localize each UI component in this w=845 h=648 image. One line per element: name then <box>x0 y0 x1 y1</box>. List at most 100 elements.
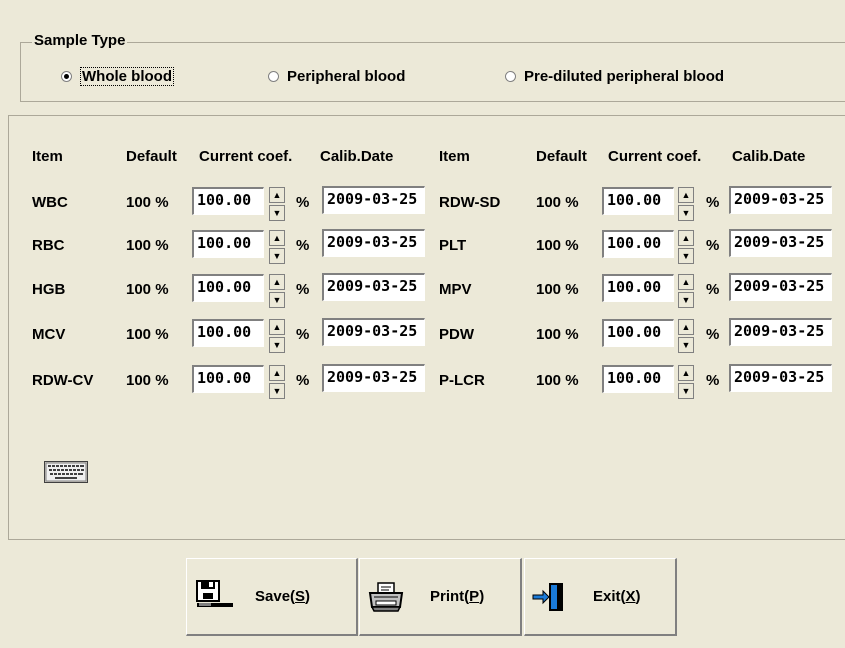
coef-spinner[interactable]: ▲ ▼ <box>269 319 285 353</box>
spin-down-icon[interactable]: ▼ <box>269 248 285 264</box>
item-name: MPV <box>439 281 472 298</box>
coef-spinner[interactable]: ▲ ▼ <box>678 274 694 308</box>
percent-label: % <box>296 237 310 254</box>
default-value: 100 % <box>126 194 169 211</box>
radio-unselected-icon[interactable] <box>505 70 516 82</box>
coef-input[interactable]: 100.00 <box>192 365 264 393</box>
spin-down-icon[interactable]: ▼ <box>269 383 285 399</box>
exit-label: Exit(X) <box>593 588 641 605</box>
save-button[interactable]: Save(S) <box>186 558 358 636</box>
coef-spinner[interactable]: ▲ ▼ <box>269 187 285 221</box>
calib-date-field[interactable]: 2009-03-25 <box>729 229 832 257</box>
item-name: RDW-SD <box>439 194 501 211</box>
coef-input[interactable]: 100.00 <box>192 230 264 258</box>
spin-up-icon[interactable]: ▲ <box>269 274 285 290</box>
default-value: 100 % <box>536 326 579 343</box>
percent-label: % <box>706 237 720 254</box>
spin-down-icon[interactable]: ▼ <box>678 292 694 308</box>
coef-spinner[interactable]: ▲ ▼ <box>269 365 285 399</box>
percent-label: % <box>706 281 720 298</box>
item-name: PDW <box>439 326 474 343</box>
calib-date-field[interactable]: 2009-03-25 <box>729 318 832 346</box>
exit-button[interactable]: Exit(X) <box>524 558 677 636</box>
coef-input[interactable]: 100.00 <box>192 187 264 215</box>
calib-date-field[interactable]: 2009-03-25 <box>322 273 425 301</box>
keyboard-icon[interactable] <box>44 461 88 487</box>
coef-input[interactable]: 100.00 <box>602 187 674 215</box>
spin-up-icon[interactable]: ▲ <box>678 187 694 203</box>
item-name: RDW-CV <box>32 372 94 389</box>
spin-up-icon[interactable]: ▲ <box>269 230 285 246</box>
radio-peripheral-blood[interactable]: Peripheral blood <box>268 66 405 86</box>
radio-whole-blood[interactable]: Whole blood <box>61 66 174 86</box>
coef-input[interactable]: 100.00 <box>192 319 264 347</box>
calib-date-field[interactable]: 2009-03-25 <box>322 186 425 214</box>
calib-date-field[interactable]: 2009-03-25 <box>322 364 425 392</box>
percent-label: % <box>706 194 720 211</box>
radio-label: Pre-diluted peripheral blood <box>524 67 725 85</box>
coef-spinner[interactable]: ▲ ▼ <box>678 365 694 399</box>
spin-up-icon[interactable]: ▲ <box>678 274 694 290</box>
spin-up-icon[interactable]: ▲ <box>269 319 285 335</box>
radio-unselected-icon[interactable] <box>268 70 279 82</box>
calib-date-field[interactable]: 2009-03-25 <box>729 273 832 301</box>
header-current-coef: Current coef. <box>199 148 293 165</box>
percent-label: % <box>296 372 310 389</box>
spin-down-icon[interactable]: ▼ <box>269 337 285 353</box>
coef-spinner[interactable]: ▲ ▼ <box>678 187 694 221</box>
spin-up-icon[interactable]: ▲ <box>269 187 285 203</box>
item-name: WBC <box>32 194 68 211</box>
spin-down-icon[interactable]: ▼ <box>678 337 694 353</box>
item-name: RBC <box>32 237 65 254</box>
header-default: Default <box>536 148 587 165</box>
coef-input[interactable]: 100.00 <box>602 319 674 347</box>
save-label: Save(S) <box>255 588 311 605</box>
coef-input[interactable]: 100.00 <box>602 274 674 302</box>
coef-spinner[interactable]: ▲ ▼ <box>678 319 694 353</box>
default-value: 100 % <box>536 237 579 254</box>
print-label: Print(P) <box>430 588 485 605</box>
exit-door-icon <box>529 579 569 615</box>
calib-date-field[interactable]: 2009-03-25 <box>729 364 832 392</box>
spin-up-icon[interactable]: ▲ <box>678 319 694 335</box>
coef-input[interactable]: 100.00 <box>602 230 674 258</box>
coef-spinner[interactable]: ▲ ▼ <box>269 230 285 264</box>
floppy-disk-icon <box>195 579 235 615</box>
print-button[interactable]: Print(P) <box>359 558 522 636</box>
spin-down-icon[interactable]: ▼ <box>678 248 694 264</box>
item-name: P-LCR <box>439 372 485 389</box>
spin-down-icon[interactable]: ▼ <box>678 205 694 221</box>
coef-input[interactable]: 100.00 <box>602 365 674 393</box>
coef-spinner[interactable]: ▲ ▼ <box>269 274 285 308</box>
calib-date-field[interactable]: 2009-03-25 <box>322 318 425 346</box>
spin-up-icon[interactable]: ▲ <box>269 365 285 381</box>
radio-prediluted-peripheral-blood[interactable]: Pre-diluted peripheral blood <box>505 66 724 86</box>
default-value: 100 % <box>126 326 169 343</box>
default-value: 100 % <box>536 281 579 298</box>
coef-input[interactable]: 100.00 <box>192 274 264 302</box>
header-item: Item <box>439 148 470 165</box>
default-value: 100 % <box>536 194 579 211</box>
header-calib-date: Calib.Date <box>320 148 394 165</box>
default-value: 100 % <box>126 372 169 389</box>
radio-selected-icon[interactable] <box>61 70 72 82</box>
header-calib-date: Calib.Date <box>732 148 806 165</box>
spin-up-icon[interactable]: ▲ <box>678 365 694 381</box>
calib-date-field[interactable]: 2009-03-25 <box>322 229 425 257</box>
default-value: 100 % <box>126 281 169 298</box>
coef-spinner[interactable]: ▲ ▼ <box>678 230 694 264</box>
percent-label: % <box>706 372 720 389</box>
header-item: Item <box>32 148 63 165</box>
percent-label: % <box>296 326 310 343</box>
spin-down-icon[interactable]: ▼ <box>678 383 694 399</box>
radio-label: Peripheral blood <box>287 67 406 85</box>
percent-label: % <box>296 281 310 298</box>
radio-label: Whole blood <box>80 66 174 86</box>
calib-date-field[interactable]: 2009-03-25 <box>729 186 832 214</box>
spin-down-icon[interactable]: ▼ <box>269 205 285 221</box>
spin-up-icon[interactable]: ▲ <box>678 230 694 246</box>
header-current-coef: Current coef. <box>608 148 702 165</box>
spin-down-icon[interactable]: ▼ <box>269 292 285 308</box>
default-value: 100 % <box>536 372 579 389</box>
item-name: MCV <box>32 326 66 343</box>
